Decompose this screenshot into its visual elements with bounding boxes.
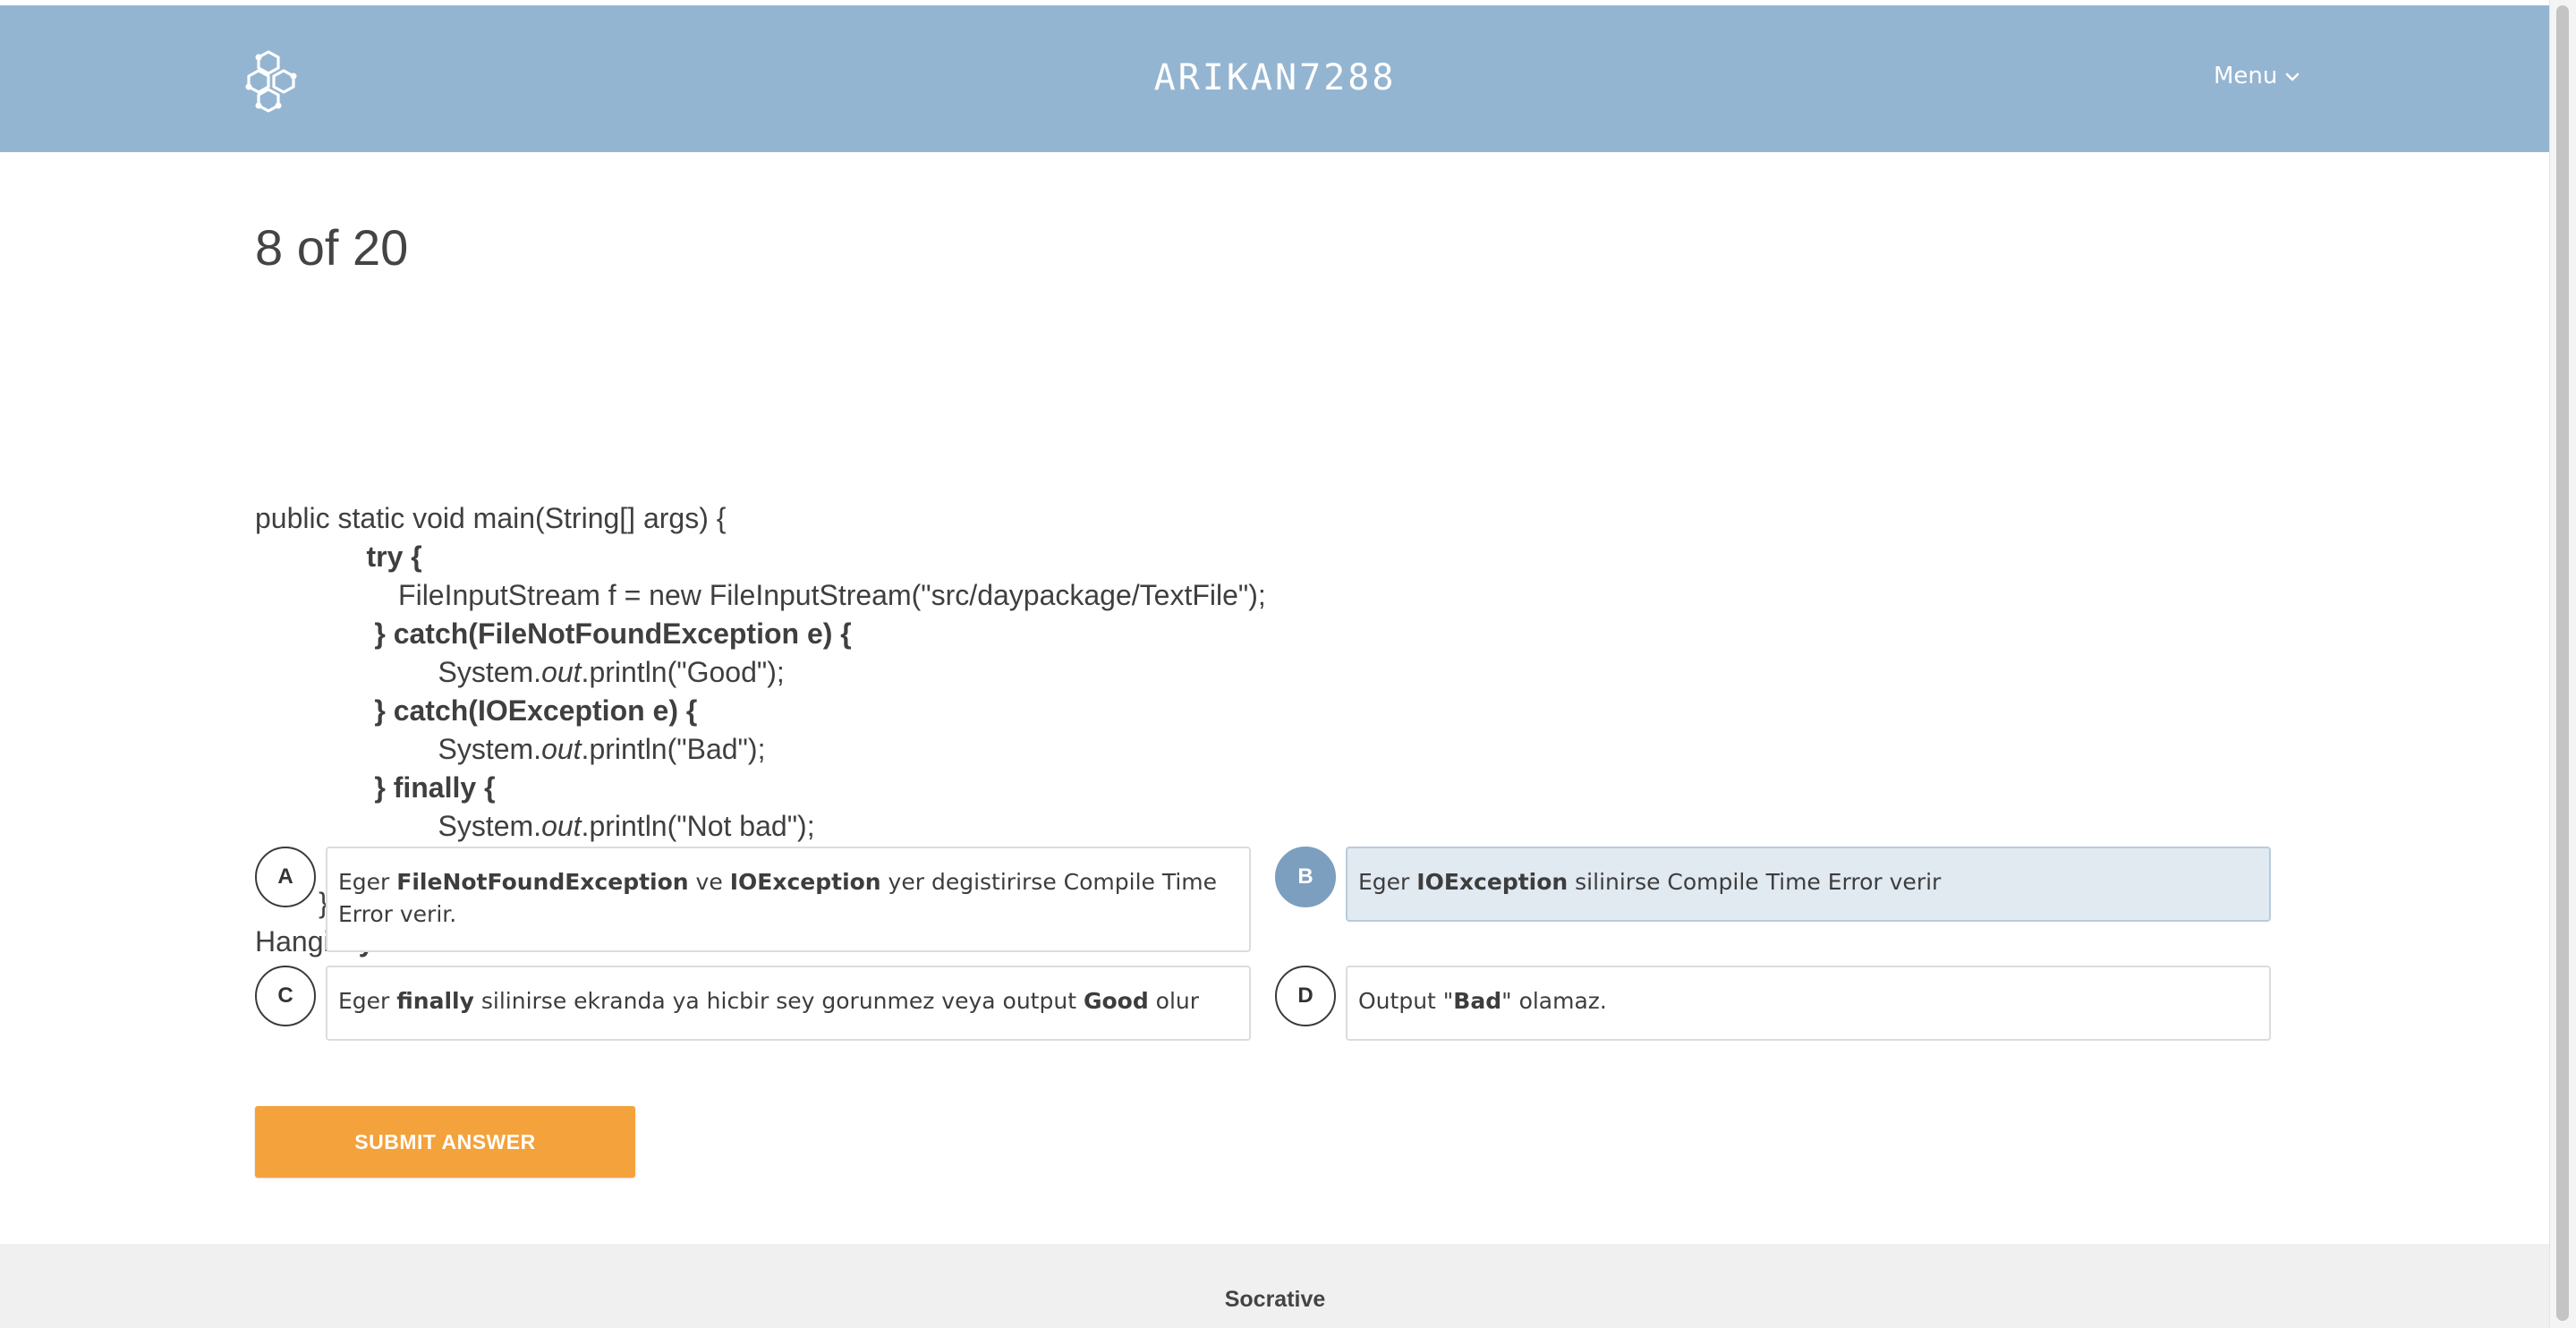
code-line: try { [255, 538, 1687, 576]
text-run: Eger [338, 869, 397, 895]
text-run: .println("Good"); [581, 656, 785, 688]
code-line: } catch(FileNotFoundException e) { [255, 615, 1687, 653]
bold-text: Good [1083, 988, 1149, 1014]
text-run: public static void main(String[] args) { [255, 502, 727, 534]
bold-text: IOException [729, 869, 881, 895]
bold-text: FileNotFoundException [396, 869, 689, 895]
choice-text-d[interactable]: Output "Bad" olamaz. [1346, 966, 2271, 1041]
text-run: System. [255, 733, 542, 765]
choice-text-c[interactable]: Eger finally silinirse ekranda ya hicbir… [326, 966, 1251, 1041]
footer-brand[interactable]: Socrative [0, 1287, 2550, 1313]
code-line: } finally { [255, 769, 1687, 807]
text-run: .println("Not bad"); [581, 810, 815, 842]
menu-button[interactable]: Menu [2214, 63, 2300, 89]
text-run: silinirse ekranda ya hicbir sey gorunmez… [473, 988, 1084, 1014]
scrollbar-thumb[interactable] [2556, 5, 2569, 1321]
choice-letter-b[interactable]: B [1275, 847, 1336, 907]
question-progress: 8 of 20 [255, 219, 409, 276]
text-run: silinirse Compile Time Error verir [1568, 869, 1942, 895]
bold-text: } finally { [374, 771, 496, 804]
choice-letter-a[interactable]: A [255, 847, 316, 907]
text-run: FileInputStream f = new FileInputStream(… [255, 579, 1266, 611]
bold-text: finally [396, 988, 474, 1014]
answer-choices: A Eger FileNotFoundException ve IOExcept… [255, 847, 2273, 1070]
bold-text: } catch(FileNotFoundException e) { [374, 617, 852, 650]
submit-answer-button[interactable]: SUBMIT ANSWER [255, 1106, 635, 1178]
page-scrollbar[interactable] [2549, 0, 2576, 1328]
code-line: System.out.println("Good"); [255, 653, 1687, 692]
code-line: FileInputStream f = new FileInputStream(… [255, 576, 1687, 615]
bold-text: } catch(IOException e) { [374, 694, 698, 727]
text-run: Output " [1358, 988, 1454, 1014]
choice-letter-d[interactable]: D [1275, 966, 1336, 1026]
choice-text-a[interactable]: Eger FileNotFoundException ve IOExceptio… [326, 847, 1251, 952]
footer: Socrative [0, 1244, 2550, 1328]
text-run: System. [255, 656, 542, 688]
menu-label: Menu [2214, 63, 2278, 89]
text-run [255, 617, 374, 650]
text-run [255, 541, 366, 573]
code-line: } catch(IOException e) { [255, 692, 1687, 730]
text-run: .println("Bad"); [581, 733, 766, 765]
bold-text: IOException [1416, 869, 1569, 895]
top-bar: ARIKAN7288 Menu [0, 5, 2550, 152]
text-run: olur [1148, 988, 1200, 1014]
bold-text: try { [366, 541, 422, 573]
page: ARIKAN7288 Menu 8 of 20 public static vo… [0, 0, 2550, 1328]
code-line: System.out.println("Bad"); [255, 730, 1687, 769]
italic-text: out [541, 656, 582, 688]
text-run: ve [688, 869, 730, 895]
code-line: public static void main(String[] args) { [255, 499, 1687, 538]
italic-text: out [541, 810, 582, 842]
text-run: " olamaz. [1501, 988, 1607, 1014]
bold-text: Bad [1453, 988, 1502, 1014]
text-run [255, 694, 374, 727]
text-run: Eger [338, 988, 397, 1014]
code-line: System.out.println("Not bad"); [255, 807, 1687, 846]
room-name: ARIKAN7288 [1153, 57, 1397, 98]
chevron-down-icon [2286, 72, 2300, 81]
text-run: Eger [1358, 869, 1417, 895]
text-run: System. [255, 810, 542, 842]
italic-text: out [541, 733, 582, 765]
choice-text-b[interactable]: Eger IOException silinirse Compile Time … [1346, 847, 2271, 922]
text-run [255, 771, 374, 804]
choice-letter-c[interactable]: C [255, 966, 316, 1026]
